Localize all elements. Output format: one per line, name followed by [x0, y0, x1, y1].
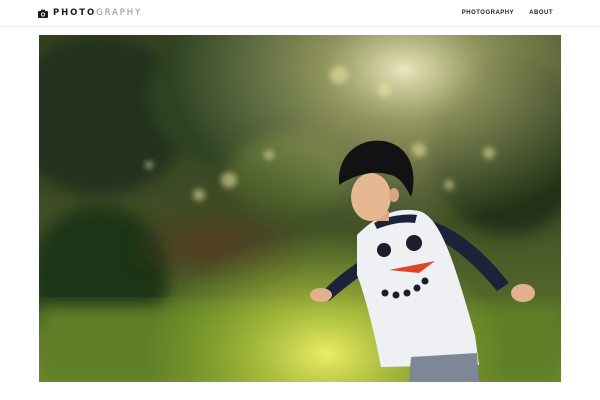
featured-photo[interactable]	[39, 35, 561, 382]
nav-item-about[interactable]: ABOUT	[529, 8, 553, 18]
site-title-light: GRAPHY	[96, 8, 143, 18]
site-title: PHOTOGRAPHY	[53, 7, 142, 19]
main-nav: PHOTOGRAPHY ABOUT	[462, 8, 553, 18]
photo-image	[39, 35, 561, 382]
site-header: PHOTOGRAPHY PHOTOGRAPHY ABOUT	[0, 0, 600, 27]
site-logo[interactable]: PHOTOGRAPHY	[38, 7, 142, 19]
nav-item-photography[interactable]: PHOTOGRAPHY	[462, 8, 514, 18]
camera-icon	[38, 9, 48, 18]
site-title-strong: PHOTO	[53, 8, 97, 18]
